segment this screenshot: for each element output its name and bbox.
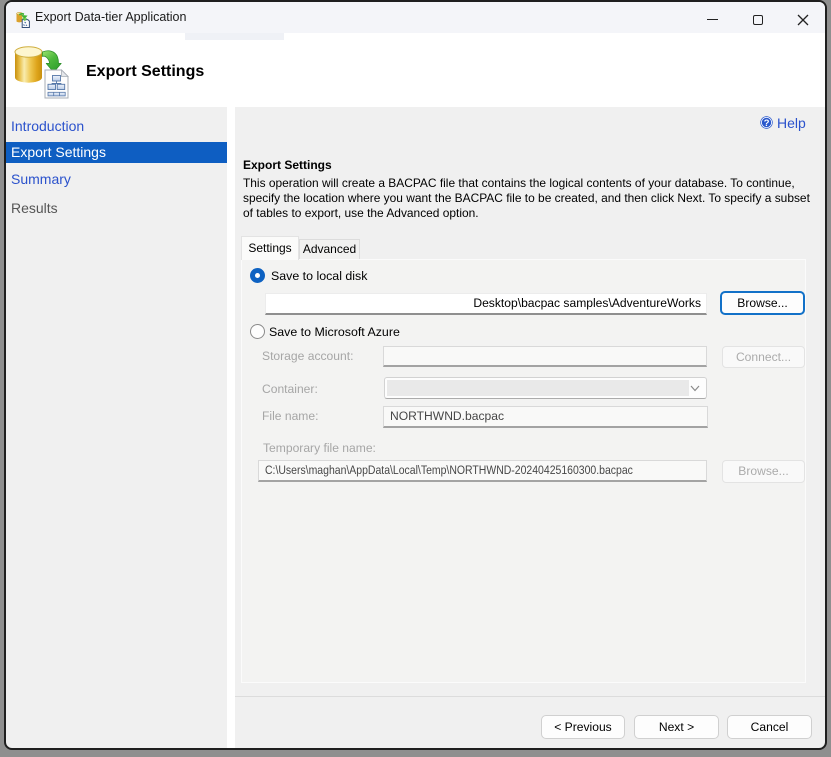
svg-text:?: ?: [764, 117, 770, 128]
